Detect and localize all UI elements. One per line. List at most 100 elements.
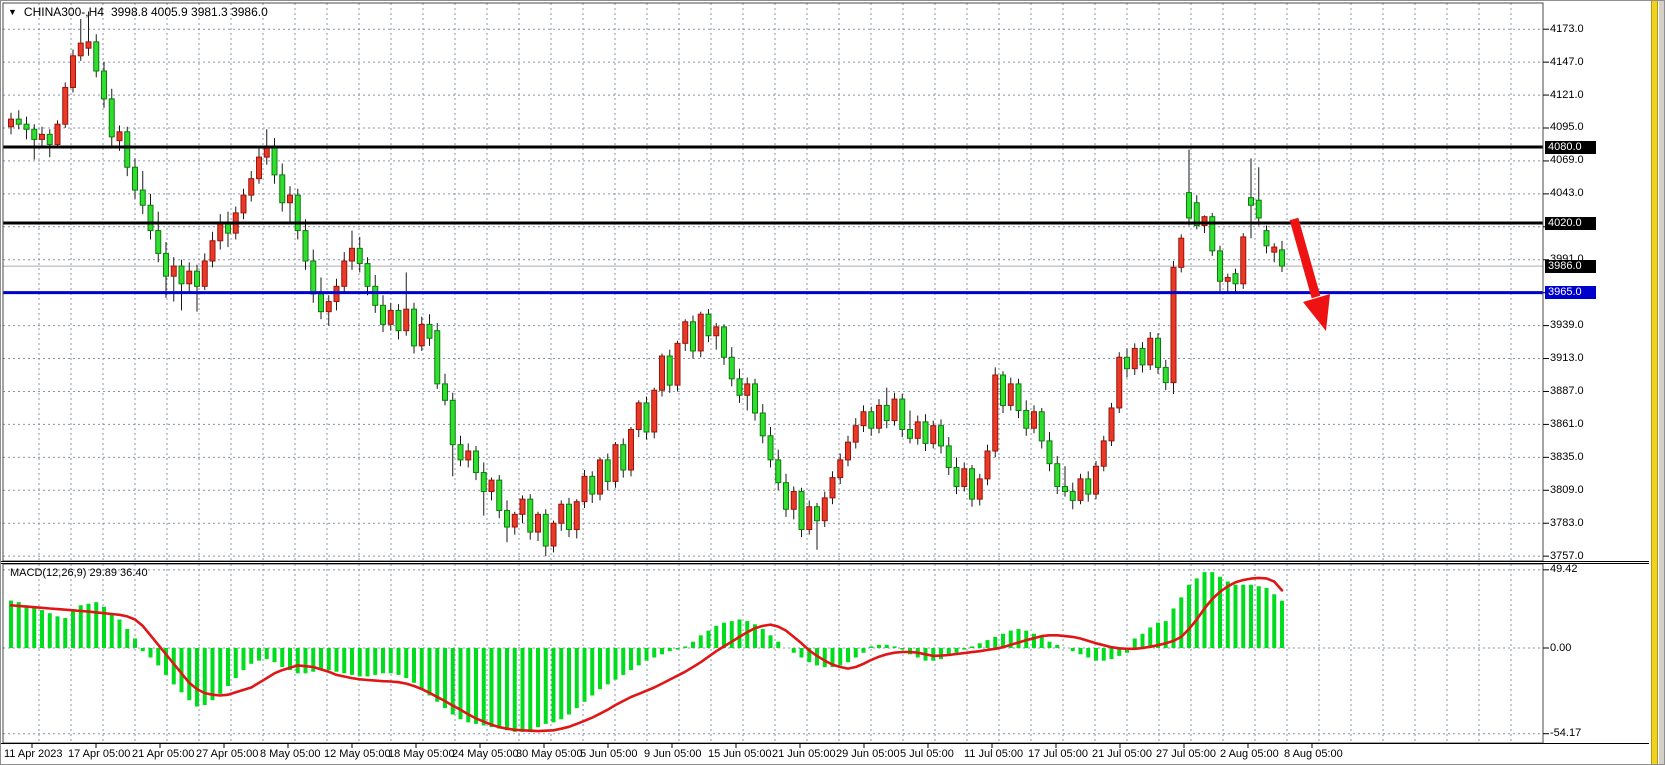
symbol-label: CHINA300-,H4 (24, 5, 104, 19)
macd-tick-label: -54.17 (1550, 727, 1581, 739)
candle-bull (264, 147, 269, 157)
candle-bull (683, 322, 688, 344)
candle-bear (427, 324, 432, 338)
candle-bear (474, 451, 479, 473)
candle-bull (489, 480, 494, 491)
candle-bull (512, 514, 517, 527)
candle-bull (807, 507, 812, 530)
candle-bear (1070, 492, 1075, 501)
candle-bull (419, 324, 424, 346)
candle-bull (582, 476, 587, 501)
candle-bear (567, 504, 572, 529)
candle-bull (977, 479, 982, 499)
candle-bull (1109, 408, 1114, 441)
candle-bear (94, 42, 99, 71)
candle-bear (450, 400, 455, 444)
candle-bear (799, 492, 804, 530)
candle-bear (458, 445, 463, 460)
candle-bull (1171, 267, 1176, 382)
symbol-header: ▼ CHINA300-,H4 3998.8 4005.9 3981.3 3986… (8, 5, 268, 19)
time-tick-label: 5 Jun 05:00 (580, 748, 638, 760)
time-tick-label: 27 Jul 05:00 (1156, 748, 1216, 760)
candle-bull (288, 195, 293, 203)
candle-bear (381, 305, 386, 324)
price-tick-label: 3835.0 (1550, 451, 1584, 463)
candle-bull (40, 134, 45, 139)
candle-bear (24, 124, 29, 129)
candle-bear (706, 314, 711, 336)
candle-bull (915, 422, 920, 438)
candle-bear (970, 469, 975, 499)
candle-bear (140, 190, 145, 205)
time-tick-label: 11 Jul 05:00 (964, 748, 1023, 760)
candle-bull (210, 241, 215, 261)
candle-bull (636, 403, 641, 430)
candle-bull (218, 223, 223, 241)
candle-bull (404, 309, 409, 331)
support-badge-3965: 3965.0 (1545, 286, 1596, 299)
candle-bull (1117, 357, 1122, 408)
candle-bull (117, 132, 122, 141)
candle-bear (435, 331, 440, 384)
price-tick-label: 3783.0 (1550, 517, 1584, 529)
scroll-strip[interactable] (1651, 1, 1658, 765)
price-tick-label: 4121.0 (1550, 89, 1584, 101)
window-edge (1659, 1, 1665, 765)
candle-bear (125, 132, 130, 167)
chart-window: ▼ CHINA300-,H4 3998.8 4005.9 3981.3 3986… (0, 0, 1665, 765)
time-tick-label: 8 Aug 05:00 (1284, 748, 1343, 760)
candle-bear (32, 129, 37, 139)
current-price-badge: 3986.0 (1545, 260, 1596, 273)
candle-bull (1094, 466, 1099, 494)
candle-bull (598, 460, 603, 494)
time-tick-label: 9 Jun 05:00 (644, 748, 702, 760)
candle-bear (1233, 274, 1238, 284)
candle-bear (443, 384, 448, 400)
candle-bull (466, 451, 471, 460)
candle-bear (195, 271, 200, 286)
resistance-badge-4080: 4080.0 (1545, 141, 1596, 154)
candle-bear (1280, 250, 1285, 266)
candle-bull (559, 504, 564, 523)
candle-bull (86, 42, 91, 48)
candle-bull (1148, 338, 1153, 365)
price-tick-label: 4147.0 (1550, 56, 1584, 68)
candle-bear (939, 426, 944, 446)
candle-bear (1256, 200, 1261, 218)
candle-bear (102, 71, 107, 99)
ohlc-readout: 3998.8 4005.9 3981.3 3986.0 (111, 5, 268, 19)
candle-bull (877, 405, 882, 428)
candle-bull (257, 157, 262, 179)
candle-bull (1179, 238, 1184, 267)
candle-bear (280, 175, 285, 203)
candle-bear (784, 483, 789, 510)
candle-bull (55, 124, 60, 144)
candle-bull (187, 271, 192, 284)
price-tick-label: 4069.0 (1550, 154, 1584, 166)
candle-bull (652, 390, 657, 432)
chart-canvas[interactable] (1, 1, 1665, 765)
time-tick-label: 21 Apr 05:00 (132, 748, 194, 760)
candle-bear (667, 356, 672, 385)
candle-bull (985, 451, 990, 479)
candle-bear (590, 476, 595, 494)
candle-bear (1063, 486, 1068, 491)
candle-bull (791, 492, 796, 510)
candle-bear (373, 286, 378, 305)
time-tick-label: 12 May 05:00 (324, 748, 391, 760)
candle-bear (768, 436, 773, 460)
candle-bear (109, 99, 114, 137)
candle-bull (574, 502, 579, 530)
time-tick-label: 17 Apr 05:00 (68, 748, 130, 760)
candle-bull (342, 261, 347, 286)
time-tick-label: 2 Aug 05:00 (1220, 748, 1279, 760)
candle-bear (1187, 193, 1192, 218)
candle-bull (1241, 237, 1246, 284)
candle-bull (326, 302, 331, 312)
candle-bear (226, 223, 231, 233)
candle-bear (1016, 384, 1021, 411)
candle-bull (853, 426, 858, 442)
chevron-down-icon[interactable]: ▼ (8, 8, 17, 17)
candle-bull (962, 469, 967, 487)
candle-bear (365, 264, 370, 287)
